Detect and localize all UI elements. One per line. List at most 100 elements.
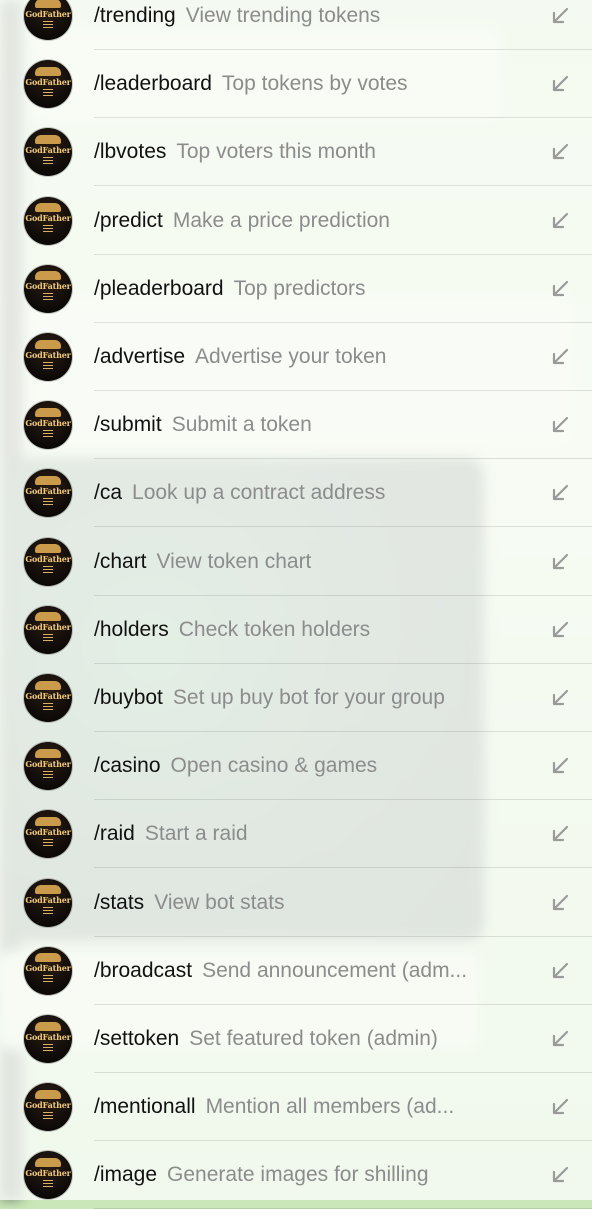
command-item[interactable]: GodFather/trending View trending tokens <box>0 0 592 50</box>
bot-avatar: GodFather <box>24 0 72 40</box>
command-line: /stats View bot stats <box>94 891 285 915</box>
bot-avatar: GodFather <box>24 128 72 177</box>
arrow-down-left-icon[interactable] <box>550 552 570 572</box>
command-line: /settoken Set featured token (admin) <box>94 1027 438 1051</box>
logo-stripes <box>43 497 53 505</box>
bot-avatar-text: GodFather <box>25 1099 71 1110</box>
logo-stripes <box>43 975 53 983</box>
arrow-down-left-icon[interactable] <box>550 688 570 708</box>
logo-stripes <box>43 1043 53 1051</box>
bot-avatar: GodFather <box>24 810 72 859</box>
bot-avatar-text: GodFather <box>25 1031 71 1042</box>
arrow-down-left-icon[interactable] <box>550 1165 570 1185</box>
logo-stripes <box>43 907 53 915</box>
command-name: /holders <box>94 617 169 641</box>
command-item[interactable]: GodFather/broadcast Send announcement (ad… <box>0 937 592 1005</box>
bot-avatar: GodFather <box>24 946 72 995</box>
logo-stripes <box>43 702 53 710</box>
arrow-down-left-icon[interactable] <box>550 347 570 367</box>
command-name: /submit <box>94 413 162 437</box>
command-item[interactable]: GodFather/holders Check token holders <box>0 596 592 664</box>
command-item[interactable]: GodFather/raid Start a raid <box>0 800 592 869</box>
arrow-down-left-icon[interactable] <box>550 6 570 26</box>
command-name: /raid <box>94 822 135 846</box>
arrow-down-left-icon[interactable] <box>550 756 570 776</box>
arrow-down-left-icon[interactable] <box>550 415 570 435</box>
bot-avatar-text: GodFather <box>25 758 71 769</box>
bot-avatar-text: GodFather <box>25 8 71 19</box>
bot-avatar: GodFather <box>24 878 72 927</box>
command-item[interactable]: GodFather/predict Make a price prediction <box>0 187 592 255</box>
arrow-down-left-icon[interactable] <box>550 142 570 162</box>
command-item[interactable]: GodFather/pleaderboard Top predictors <box>0 255 592 323</box>
command-name: /settoken <box>94 1027 180 1050</box>
bot-avatar: GodFather <box>24 1015 72 1063</box>
logo-stripes <box>43 566 53 574</box>
hat-icon <box>35 407 61 417</box>
bot-avatar: GodFather <box>24 196 72 245</box>
command-line: /leaderboard Top tokens by votes <box>94 72 408 96</box>
logo-stripes <box>43 429 53 437</box>
arrow-down-left-icon[interactable] <box>550 824 570 844</box>
command-item[interactable]: GodFather/chart View token chart <box>0 528 592 596</box>
bot-avatar: GodFather <box>24 1083 72 1132</box>
command-name: /leaderboard <box>94 72 212 96</box>
hat-icon <box>35 544 61 554</box>
command-item[interactable]: GodFather/ca Look up a contract address <box>0 459 592 528</box>
command-line: /raid Start a raid <box>94 822 248 846</box>
command-item[interactable]: GodFather/submit Submit a token <box>0 391 592 460</box>
arrow-down-left-icon[interactable] <box>550 893 570 913</box>
command-item[interactable]: GodFather/lbvotes Top voters this month <box>0 118 592 187</box>
command-item[interactable]: GodFather/stats View bot stats <box>0 869 592 937</box>
bot-avatar-text: GodFather <box>25 485 71 496</box>
command-item[interactable]: GodFather/settoken Set featured token (ad… <box>0 1005 592 1073</box>
arrow-down-left-icon[interactable] <box>550 74 570 94</box>
command-item[interactable]: GodFather/advertise Advertise your token <box>0 323 592 391</box>
bot-avatar: GodFather <box>24 60 72 109</box>
logo-stripes <box>43 156 53 164</box>
command-description: Top predictors <box>233 276 366 300</box>
bot-avatar: GodFather <box>24 469 72 518</box>
hat-icon <box>35 680 61 690</box>
bot-avatar: GodFather <box>24 537 72 586</box>
bot-avatar: GodFather <box>24 264 72 313</box>
command-name: /advertise <box>94 345 186 368</box>
arrow-down-left-icon[interactable] <box>550 961 570 981</box>
command-item[interactable]: GodFather/buybot Set up buy bot for your … <box>0 664 592 732</box>
arrow-down-left-icon[interactable] <box>550 1029 570 1049</box>
arrow-down-left-icon[interactable] <box>550 1097 570 1117</box>
command-description: Send announcement (adm... <box>202 958 468 982</box>
arrow-down-left-icon[interactable] <box>550 620 570 640</box>
command-description: Open casino & games <box>170 754 378 778</box>
command-name: /mentionall <box>94 1095 196 1119</box>
command-description: Submit a token <box>171 413 312 437</box>
command-suggestions-popup: GodFather/trending View trending tokens Go… <box>0 0 592 1209</box>
arrow-down-left-icon[interactable] <box>550 279 570 299</box>
command-item[interactable]: GodFather/image Generate images for shill… <box>0 1141 592 1209</box>
command-description: Advertise your token <box>195 345 387 368</box>
logo-stripes <box>43 770 53 778</box>
hat-icon <box>35 1157 61 1167</box>
command-line: /predict Make a price prediction <box>94 209 390 233</box>
hat-icon <box>35 1089 61 1099</box>
logo-stripes <box>43 20 53 28</box>
hat-icon <box>35 748 61 758</box>
bot-avatar: GodFather <box>24 742 72 791</box>
command-item[interactable]: GodFather/casino Open casino & games <box>0 732 592 801</box>
hat-icon <box>35 339 61 349</box>
command-description: Make a price prediction <box>172 208 390 232</box>
command-name: /chart <box>94 549 147 573</box>
logo-stripes <box>43 225 53 233</box>
command-description: Mention all members (ad... <box>205 1095 455 1119</box>
bot-avatar-text: GodFather <box>25 895 71 906</box>
arrow-down-left-icon[interactable] <box>550 483 570 503</box>
command-item[interactable]: GodFather/leaderboard Top tokens by votes <box>0 50 592 119</box>
hat-icon <box>35 816 61 826</box>
command-description: Set up buy bot for your group <box>172 686 445 709</box>
command-description: Start a raid <box>144 822 248 846</box>
command-description: Top voters this month <box>176 140 376 164</box>
command-item[interactable]: GodFather/mentionall Mention all members … <box>0 1073 592 1142</box>
arrow-down-left-icon[interactable] <box>550 211 570 231</box>
bot-avatar-text: GodFather <box>25 417 71 428</box>
bot-avatar-text: GodFather <box>25 826 71 837</box>
